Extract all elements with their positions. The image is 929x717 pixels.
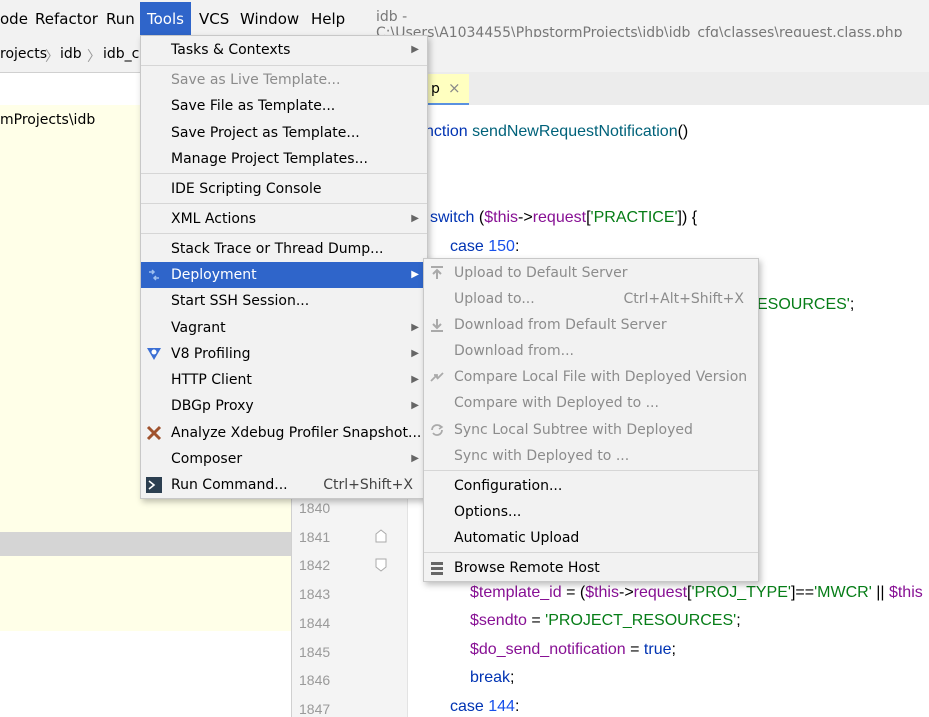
fold-marker-icon[interactable] — [374, 528, 388, 544]
close-tab-icon[interactable]: × — [448, 79, 461, 97]
menu-run[interactable]: Run — [106, 9, 135, 29]
menu-item-tasks-contexts[interactable]: Tasks & Contexts ▶ — [141, 37, 427, 63]
menu-item-composer[interactable]: Composer ▶ — [141, 446, 427, 472]
menu-item-stack-trace[interactable]: Stack Trace or Thread Dump... — [141, 236, 427, 262]
submenu-arrow-icon: ▶ — [411, 213, 419, 224]
breadcrumb-idb[interactable]: idb — [60, 46, 82, 62]
menu-item-manage-templates[interactable]: Manage Project Templates... — [141, 146, 427, 172]
menu-item-save-project-template[interactable]: Save Project as Template... — [141, 120, 427, 146]
line-number: 1841 — [299, 529, 331, 545]
project-selected-row[interactable] — [0, 532, 291, 556]
menu-item-sync-local: Sync Local Subtree with Deployed — [424, 417, 758, 443]
code-line: break; — [470, 669, 515, 686]
menu-item-configuration[interactable]: Configuration... — [424, 473, 758, 499]
menu-item-dbgp-proxy[interactable]: DBGp Proxy ▶ — [141, 393, 427, 419]
code-line: ESOURCES'; — [757, 296, 855, 313]
menu-item-sync-deployed: Sync with Deployed to ... — [454, 448, 630, 464]
line-number: 1840 — [299, 500, 331, 516]
menu-item-save-file-template[interactable]: Save File as Template... — [141, 93, 427, 119]
submenu-arrow-icon: ▶ — [411, 348, 419, 359]
menu-refactor[interactable]: Refactor — [35, 9, 98, 29]
deployment-icon — [149, 269, 159, 281]
menu-tools[interactable]: Tools — [140, 2, 191, 37]
menu-item-compare-deployed: Compare with Deployed to ... — [454, 395, 659, 411]
menu-window[interactable]: Window — [240, 9, 299, 29]
menu-item-upload-default: Upload to Default Server — [424, 260, 758, 286]
deployment-submenu: Upload to Default Server Upload to... Ctr… — [423, 258, 759, 582]
v8-icon — [147, 348, 161, 360]
code-line: case 150: — [450, 238, 520, 255]
tools-menu: Tasks & Contexts ▶ Save as Live Template.… — [140, 35, 428, 499]
menu-item-http-client[interactable]: HTTP Client ▶ — [141, 367, 427, 393]
line-number: 1847 — [299, 701, 331, 717]
menu-item-start-ssh[interactable]: Start SSH Session... — [141, 288, 427, 314]
menu-separator — [424, 470, 758, 471]
line-number: 1845 — [299, 644, 331, 660]
code-line: $sendto = 'PROJECT_RESOURCES'; — [470, 612, 741, 629]
line-number: 1843 — [299, 586, 331, 602]
code-line: $template_id = ($this->request['PROJ_TYP… — [470, 584, 923, 601]
menu-item-deployment[interactable]: Deployment ▶ — [141, 262, 427, 288]
code-line: case 144: — [450, 698, 520, 715]
menu-item-xml-actions[interactable]: XML Actions ▶ — [141, 206, 427, 232]
download-icon — [431, 319, 443, 332]
menu-item-automatic-upload[interactable]: Automatic Upload — [424, 525, 758, 551]
menu-item-download-default: Download from Default Server — [424, 312, 758, 338]
menu-item-download-from: Download from... — [454, 343, 574, 359]
menu-item-vagrant[interactable]: Vagrant ▶ — [141, 315, 427, 341]
menu-item-save-live-template: Save as Live Template... — [171, 72, 341, 88]
breadcrumb-separator-icon: 〉 — [87, 49, 101, 65]
menu-item-upload-to: Upload to... Ctrl+Alt+Shift+X — [454, 291, 744, 307]
menu-separator — [424, 552, 758, 553]
breadcrumb-projects[interactable]: rojects — [0, 46, 47, 62]
sync-icon — [431, 424, 444, 436]
menu-item-v8-profiling[interactable]: V8 Profiling ▶ — [141, 341, 427, 367]
remote-host-icon — [431, 562, 443, 575]
menubar: ode Refactor Run Tools VCS Window Help i… — [0, 0, 929, 41]
fold-marker-icon[interactable] — [374, 557, 388, 573]
submenu-arrow-icon: ▶ — [411, 400, 419, 411]
menu-item-ide-scripting-console[interactable]: IDE Scripting Console — [141, 176, 427, 202]
menu-code[interactable]: ode — [0, 9, 28, 29]
submenu-arrow-icon: ▶ — [411, 374, 419, 385]
tab-label: p — [431, 81, 440, 97]
code-line: $do_send_notification = true; — [470, 641, 676, 658]
line-number: 1842 — [299, 557, 331, 573]
project-panel-lower — [0, 556, 291, 631]
submenu-arrow-icon: ▶ — [411, 44, 419, 55]
menu-item-analyze-xdebug[interactable]: Analyze Xdebug Profiler Snapshot... — [141, 420, 427, 446]
line-number: 1844 — [299, 615, 331, 631]
code-line: nction sendNewRequestNotification() — [425, 123, 689, 140]
breadcrumb-separator-icon: 〉 — [45, 49, 59, 65]
submenu-arrow-icon: ▶ — [411, 322, 419, 333]
code-line: switch ($this->request['PRACTICE']) { — [430, 209, 698, 226]
menu-separator — [141, 203, 427, 204]
menu-separator — [141, 233, 427, 234]
upload-icon — [431, 266, 443, 279]
menu-separator — [141, 65, 427, 66]
xdebug-icon — [146, 425, 162, 441]
editor-tab[interactable]: p × — [423, 74, 469, 105]
submenu-arrow-icon: ▶ — [411, 453, 419, 464]
menu-item-browse-remote-host[interactable]: Browse Remote Host — [424, 555, 758, 581]
menu-separator — [141, 173, 427, 174]
line-number: 1846 — [299, 672, 331, 688]
menu-item-compare-local: Compare Local File with Deployed Version — [424, 364, 758, 390]
project-root-path[interactable]: mProjects\idb — [0, 112, 95, 128]
terminal-icon — [146, 477, 162, 493]
menu-item-options[interactable]: Options... — [424, 499, 758, 525]
menu-help[interactable]: Help — [311, 9, 345, 29]
menu-item-run-command[interactable]: Run Command... Ctrl+Shift+X — [141, 472, 427, 498]
menu-vcs[interactable]: VCS — [199, 9, 229, 29]
compare-icon — [430, 372, 444, 382]
submenu-arrow-icon: ▶ — [411, 269, 419, 280]
breadcrumb-idb-cfg[interactable]: idb_c — [103, 46, 139, 62]
